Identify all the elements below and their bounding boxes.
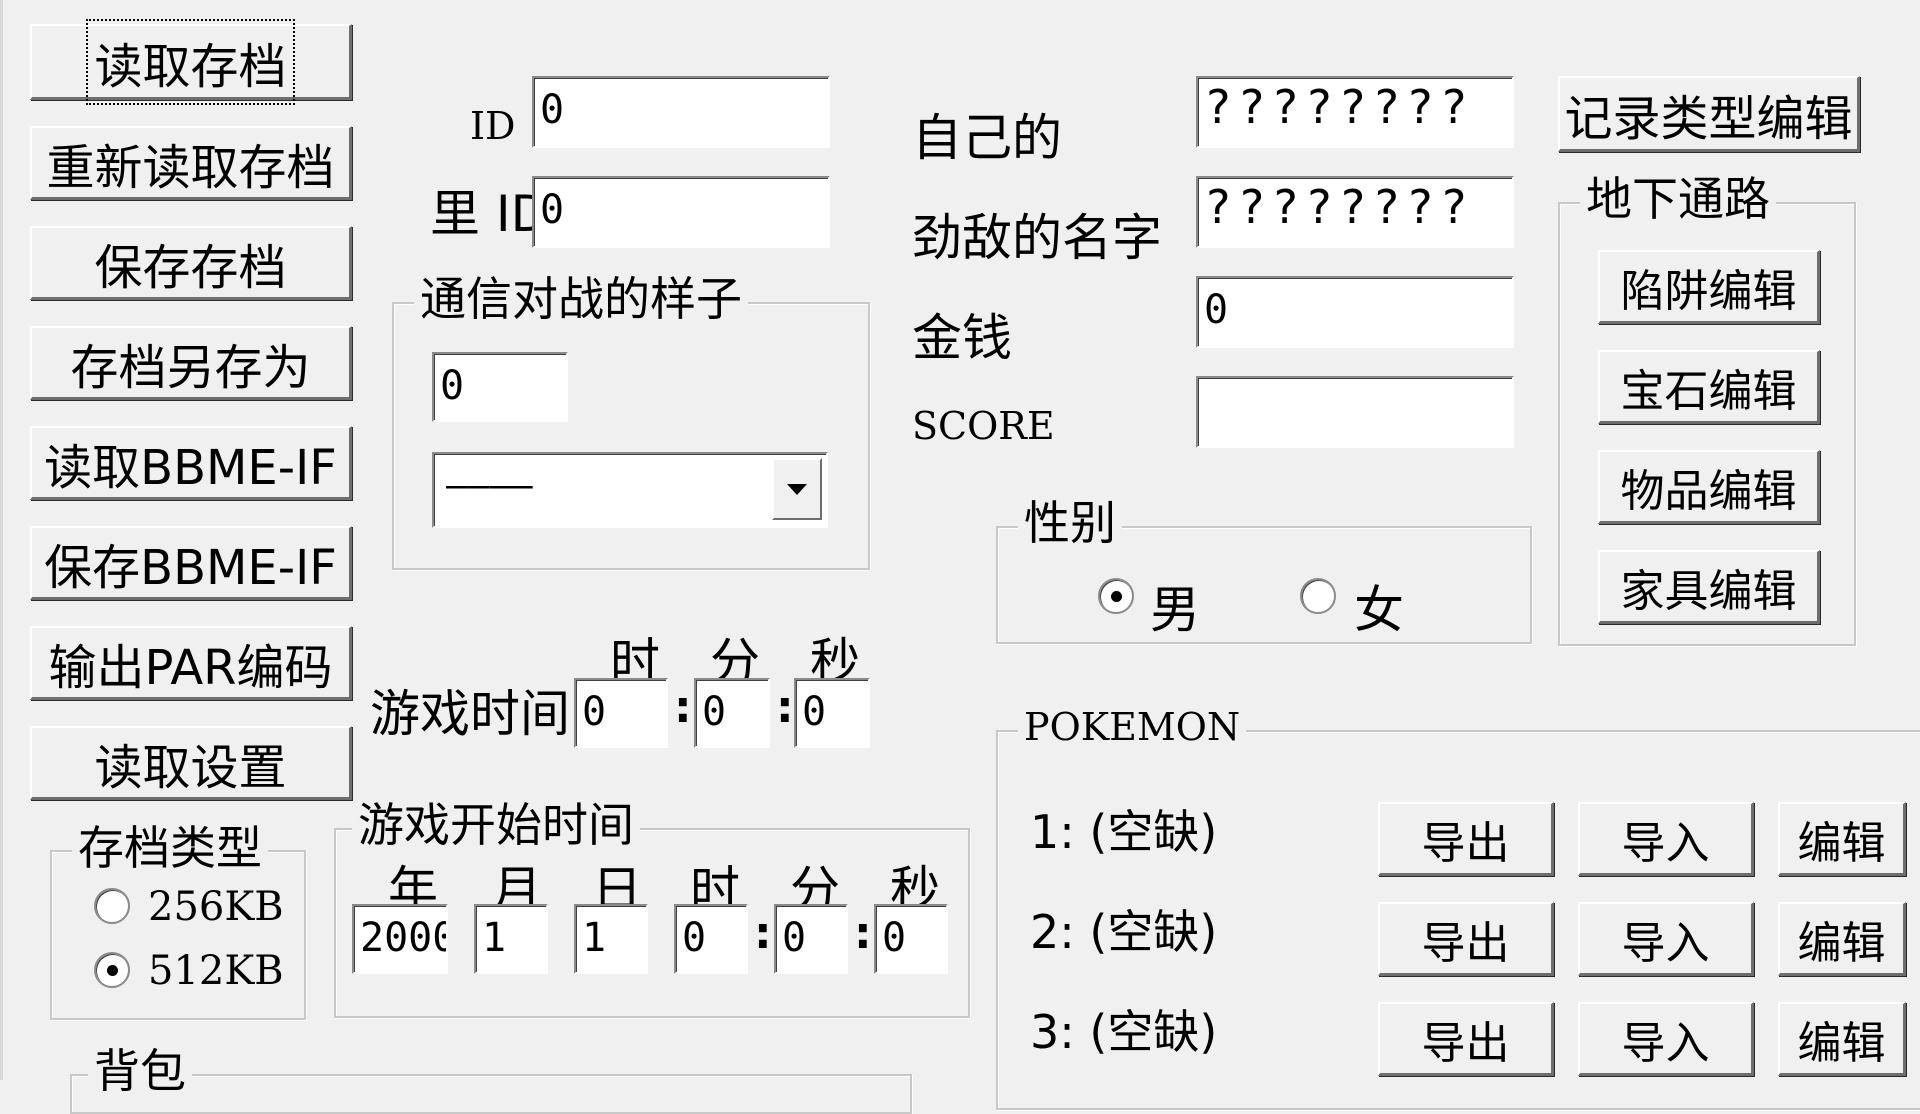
gender-female-radio[interactable]: [1300, 578, 1336, 614]
battle-style-group: [392, 302, 870, 570]
game-time-label: 游戏时间: [370, 685, 570, 743]
load-settings-button[interactable]: 读取设置: [30, 726, 352, 800]
gender-male-radio[interactable]: [1098, 578, 1134, 614]
bag-group-title: 背包: [88, 1048, 192, 1094]
trap-edit-label: 陷阱编辑: [1620, 265, 1797, 317]
game-time-separator-1: :: [674, 682, 692, 733]
item-edit-button[interactable]: 物品编辑: [1598, 450, 1820, 524]
secret-id-input[interactable]: 0: [532, 176, 830, 248]
gem-edit-button[interactable]: 宝石编辑: [1598, 350, 1820, 424]
load-settings-label: 读取设置: [94, 739, 287, 796]
furniture-edit-label: 家具编辑: [1620, 565, 1797, 617]
save-bbme-if-label: 保存BBME-IF: [44, 539, 337, 596]
save-label: 保存存档: [94, 239, 287, 296]
pokemon-slot-1-label: 1: (空缺): [1030, 805, 1218, 859]
pokemon-slot-3-export-label: 导出: [1421, 1017, 1510, 1069]
start-time-separator-2: :: [854, 908, 872, 959]
gender-male-label: 男: [1150, 581, 1200, 639]
start-second-input[interactable]: 0: [874, 904, 948, 974]
pokemon-slot-1-export-button[interactable]: 导出: [1378, 802, 1554, 876]
game-time-minute-input[interactable]: 0: [694, 678, 770, 748]
save-type-512kb-label: 512KB: [148, 948, 284, 994]
pokemon-title: POKEMON: [1018, 708, 1247, 746]
pokemon-slot-2-label: 2: (空缺): [1030, 905, 1218, 959]
rival-name-input[interactable]: ????????: [1196, 176, 1514, 248]
start-day-input[interactable]: 1: [574, 904, 648, 974]
battle-style-title: 通信对战的样子: [414, 276, 748, 322]
game-time-second-input[interactable]: 0: [794, 678, 870, 748]
pokemon-slot-2-edit-label: 编辑: [1797, 917, 1886, 969]
battle-style-select[interactable]: ————: [432, 452, 828, 528]
start-time-title: 游戏开始时间: [352, 802, 640, 848]
pokemon-slot-2-export-button[interactable]: 导出: [1378, 902, 1554, 976]
pokemon-slot-3-edit-label: 编辑: [1797, 1017, 1886, 1069]
own-name-input[interactable]: ????????: [1196, 76, 1514, 148]
score-label: SCORE: [912, 404, 1055, 448]
save-button[interactable]: 保存存档: [30, 226, 352, 300]
pokemon-slot-2-import-label: 导入: [1621, 917, 1710, 969]
start-time-separator-1: :: [754, 908, 772, 959]
record-type-edit-button[interactable]: 记录类型编辑: [1558, 76, 1860, 152]
save-type-256kb-label: 256KB: [148, 884, 284, 930]
export-par-code-label: 输出PAR编码: [48, 639, 333, 696]
save-type-title: 存档类型: [72, 825, 268, 871]
item-edit-label: 物品编辑: [1620, 465, 1797, 517]
pokemon-slot-3-label: 3: (空缺): [1030, 1005, 1218, 1059]
underground-title: 地下通路: [1580, 176, 1776, 222]
save-type-group: [50, 850, 306, 1020]
save-as-label: 存档另存为: [70, 339, 311, 396]
start-month-input[interactable]: 1: [474, 904, 548, 974]
export-par-code-button[interactable]: 输出PAR编码: [30, 626, 352, 700]
pokemon-slot-1-edit-label: 编辑: [1797, 817, 1886, 869]
pokemon-slot-1-import-label: 导入: [1621, 817, 1710, 869]
pokemon-slot-3-export-button[interactable]: 导出: [1378, 1002, 1554, 1076]
id-label: ID: [470, 104, 516, 148]
load-save-label: 读取存档: [86, 18, 295, 105]
trap-edit-button[interactable]: 陷阱编辑: [1598, 250, 1820, 324]
record-type-edit-label: 记录类型编辑: [1564, 90, 1853, 147]
start-year-input[interactable]: 2000: [352, 904, 448, 974]
game-time-hour-input[interactable]: 0: [574, 678, 668, 748]
pokemon-slot-3-import-button[interactable]: 导入: [1578, 1002, 1754, 1076]
pokemon-slot-1-edit-button[interactable]: 编辑: [1778, 802, 1906, 876]
save-type-512kb-radio[interactable]: [94, 952, 130, 988]
pokemon-slot-3-edit-button[interactable]: 编辑: [1778, 1002, 1906, 1076]
battle-style-select-value: ————: [446, 465, 533, 506]
bag-group: [70, 1074, 912, 1114]
pokemon-slot-2-export-label: 导出: [1421, 917, 1510, 969]
start-minute-input[interactable]: 0: [774, 904, 848, 974]
score-input[interactable]: [1196, 376, 1514, 448]
pokemon-slot-2-import-button[interactable]: 导入: [1578, 902, 1754, 976]
battle-style-dropdown-button[interactable]: [772, 458, 822, 520]
money-label: 金钱: [912, 309, 1012, 367]
pokemon-slot-2-edit-button[interactable]: 编辑: [1778, 902, 1906, 976]
furniture-edit-button[interactable]: 家具编辑: [1598, 550, 1820, 624]
id-input[interactable]: 0: [532, 76, 830, 148]
load-bbme-if-button[interactable]: 读取BBME-IF: [30, 426, 352, 500]
load-save-button[interactable]: 读取存档: [30, 18, 352, 105]
gender-female-label: 女: [1354, 581, 1404, 639]
pokemon-slot-3-import-label: 导入: [1621, 1017, 1710, 1069]
gem-edit-label: 宝石编辑: [1620, 365, 1797, 417]
window-left-edge: [0, 0, 3, 1080]
start-hour-input[interactable]: 0: [674, 904, 748, 974]
rival-name-label: 劲敌的名字: [912, 209, 1162, 267]
reload-save-label: 重新读取存档: [46, 139, 335, 196]
money-input[interactable]: 0: [1196, 276, 1514, 348]
reload-save-button[interactable]: 重新读取存档: [30, 126, 352, 200]
battle-style-input[interactable]: 0: [432, 352, 568, 422]
pokemon-slot-1-export-label: 导出: [1421, 817, 1510, 869]
load-bbme-if-label: 读取BBME-IF: [44, 439, 337, 496]
chevron-down-icon: [787, 483, 807, 495]
own-name-label: 自己的: [912, 109, 1062, 167]
save-as-button[interactable]: 存档另存为: [30, 326, 352, 400]
pokemon-slot-1-import-button[interactable]: 导入: [1578, 802, 1754, 876]
game-time-separator-2: :: [776, 682, 794, 733]
gender-title: 性别: [1018, 500, 1122, 546]
save-type-256kb-radio[interactable]: [94, 888, 130, 924]
save-bbme-if-button[interactable]: 保存BBME-IF: [30, 526, 352, 600]
